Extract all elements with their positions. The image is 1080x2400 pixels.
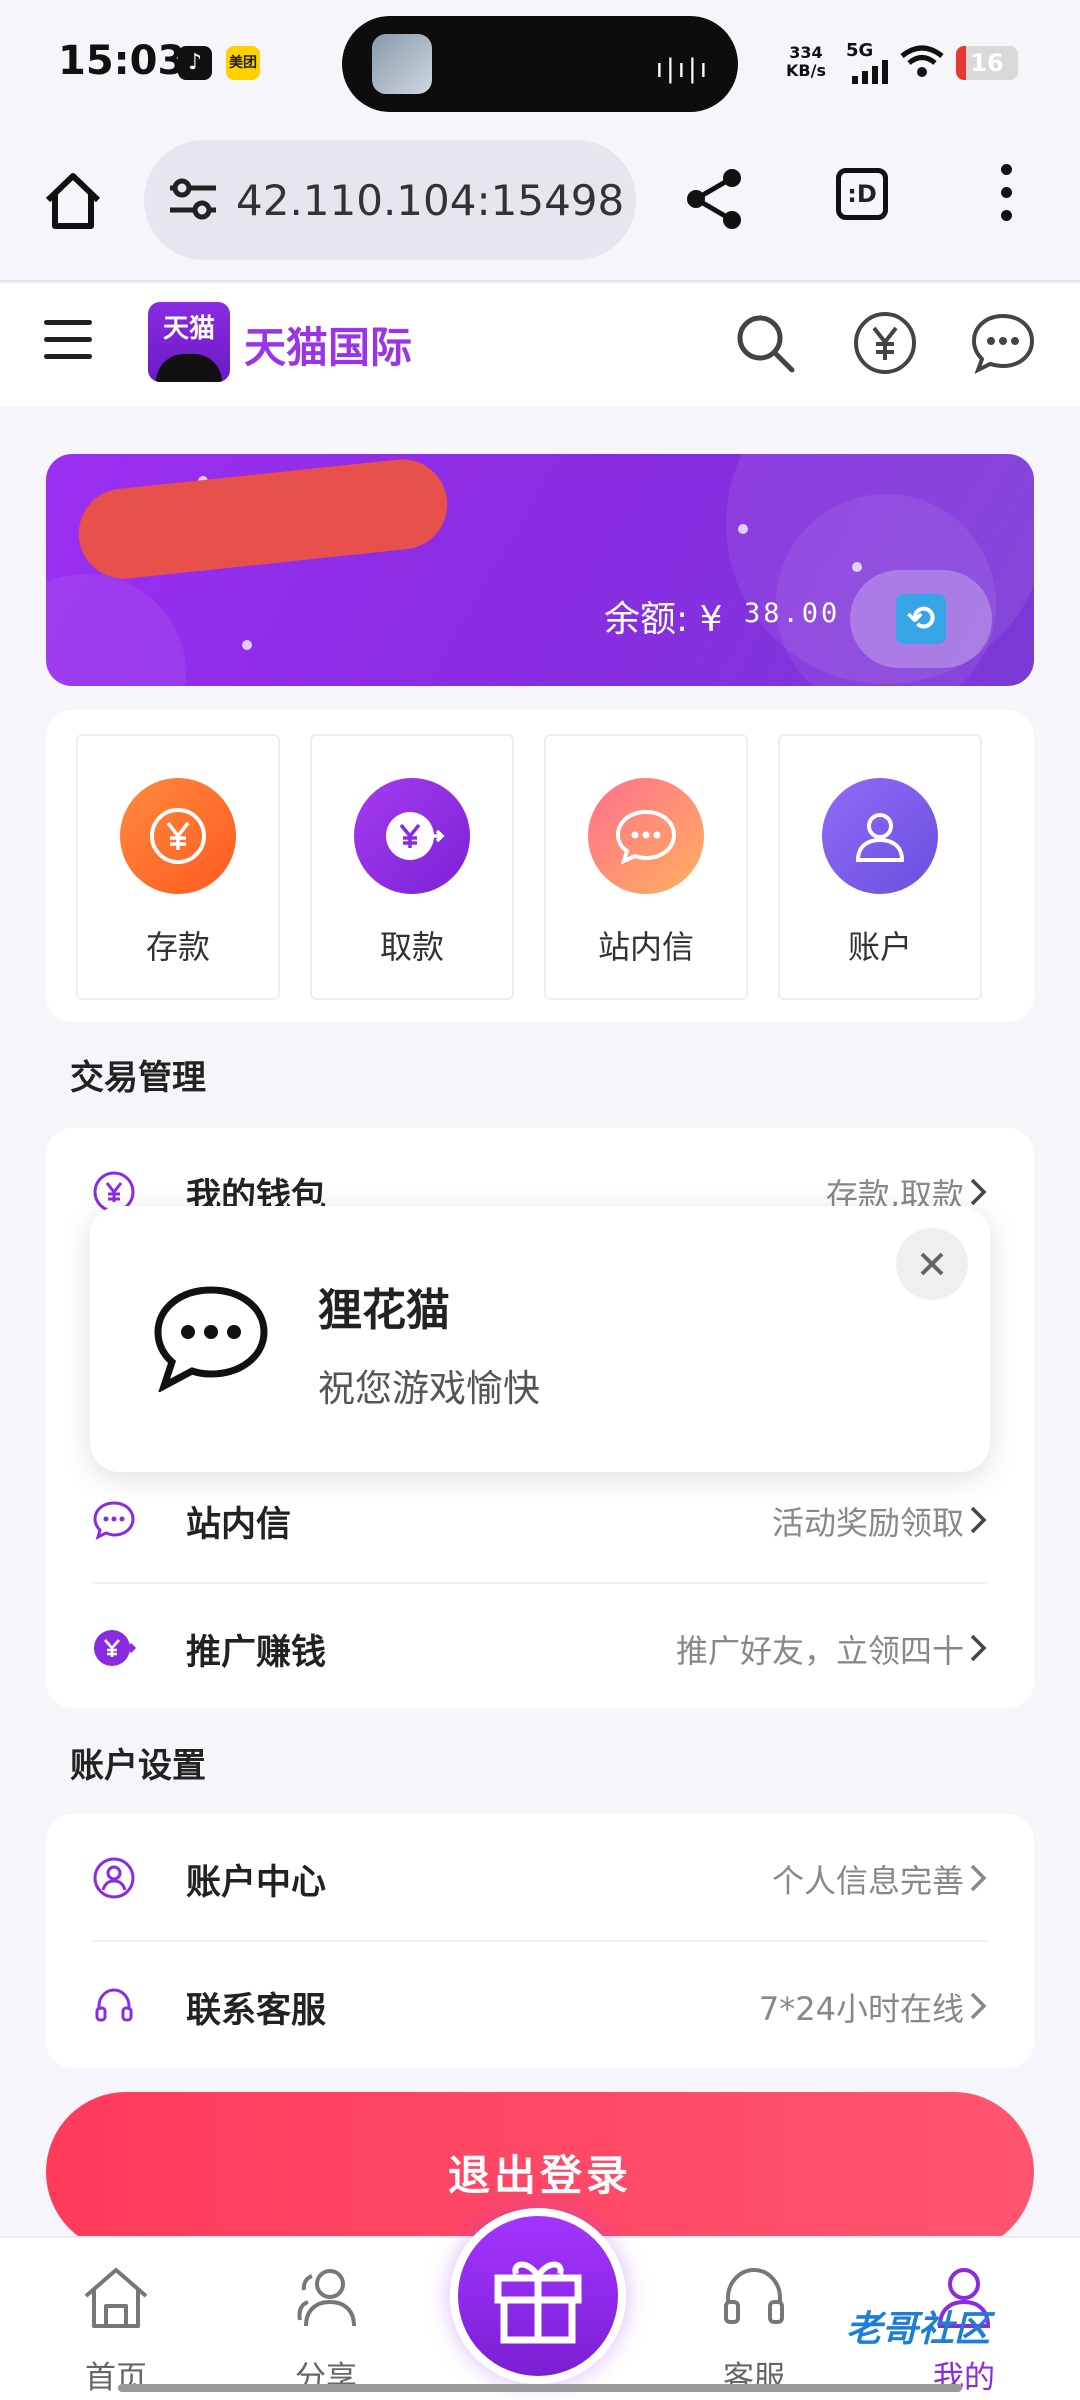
watermark: 老哥社区	[846, 2309, 991, 2350]
menu-icon[interactable]	[44, 320, 92, 364]
gift-button[interactable]	[450, 2208, 626, 2384]
chat-icon[interactable]	[970, 310, 1036, 376]
list-item-title: 账户中心	[186, 1863, 327, 1903]
url-text: 42.110.104:15498	[236, 176, 625, 225]
account-settings-list: 账户中心 个人信息完善 联系客服 7*24小时在线	[46, 1814, 1034, 2068]
toast-message: 祝您游戏愉快	[318, 1367, 540, 1410]
quick-actions: 存款 取款 站内信 账户	[46, 710, 1034, 1022]
network-speed: 334 KB/s	[786, 44, 826, 80]
list-item-title: 站内信	[186, 1505, 292, 1545]
toast-title: 狸花猫	[318, 1285, 450, 1336]
balance-value: 38.00	[744, 598, 841, 629]
promote-icon	[94, 1630, 136, 1666]
deposit-button[interactable]: 存款	[76, 734, 280, 1000]
headset-icon	[95, 1988, 133, 2022]
meituan-icon: 美团	[226, 46, 260, 80]
withdraw-icon	[354, 778, 470, 894]
signal-icon	[852, 60, 888, 84]
section-title-transactions: 交易管理	[70, 1058, 206, 1098]
home-icon[interactable]	[38, 166, 108, 236]
audio-wave-icon: ı|ı|ı	[655, 54, 710, 84]
message-icon	[93, 1501, 135, 1540]
withdraw-button[interactable]: 取款	[310, 734, 514, 1000]
list-item-desc: 个人信息完善	[771, 1862, 964, 1900]
list-item-inbox[interactable]: 站内信 活动奖励领取	[46, 1456, 1034, 1584]
logo-text: 天猫	[162, 314, 215, 344]
chevron-right-icon	[970, 1992, 987, 2020]
redaction-mark	[74, 454, 452, 584]
account-icon	[822, 778, 938, 894]
network-speed-value: 334	[789, 43, 823, 62]
home-icon	[84, 2268, 148, 2328]
tmall-logo: 天猫	[148, 302, 230, 382]
list-item-title: 联系客服	[186, 1991, 327, 2031]
chevron-right-icon	[970, 1634, 987, 1662]
gift-icon	[494, 2261, 582, 2344]
site-settings-icon[interactable]	[168, 176, 218, 222]
list-item-promote[interactable]: 推广赚钱 推广好友，立领四十	[46, 1584, 1034, 1708]
status-time: 15:03	[58, 38, 186, 84]
list-item-desc: 推广好友，立领四十	[675, 1632, 964, 1670]
browser-toolbar: 42.110.104:15498 :D	[0, 130, 1080, 282]
logout-label: 退出登录	[447, 2151, 632, 2200]
network-type: 5G	[846, 40, 874, 61]
tabs-button[interactable]: :D	[836, 168, 888, 220]
nav-customer-service[interactable]: 客服	[684, 2252, 824, 2400]
share-icon[interactable]	[682, 166, 748, 232]
list-item-desc: 7*24小时在线	[758, 1990, 964, 2028]
yuan-icon[interactable]	[852, 310, 918, 376]
list-item-customer-service[interactable]: 联系客服 7*24小时在线	[46, 1942, 1034, 2068]
search-icon[interactable]	[732, 310, 798, 376]
deposit-label: 存款	[145, 928, 210, 966]
app-header: 天猫 天猫国际	[0, 284, 1080, 406]
home-indicator[interactable]	[118, 2384, 962, 2392]
media-thumbnail	[372, 34, 432, 94]
battery-level: 16	[970, 49, 1004, 77]
list-item-title: 推广赚钱	[186, 1633, 327, 1673]
more-menu-icon[interactable]	[996, 164, 1016, 224]
deposit-icon	[120, 778, 236, 894]
dynamic-island[interactable]: ı|ı|ı	[342, 16, 738, 112]
list-item-desc: 活动奖励领取	[771, 1504, 964, 1542]
withdraw-label: 取款	[379, 928, 444, 966]
user-icon	[93, 1857, 135, 1899]
refresh-balance-button[interactable]: ⟲	[850, 570, 992, 668]
network-speed-unit: KB/s	[786, 61, 826, 80]
profile-card: gaono 余额: ¥ 38.00 ⟲	[46, 454, 1034, 686]
nav-home[interactable]: 首页	[46, 2252, 186, 2400]
nav-share[interactable]: 分享	[256, 2252, 396, 2400]
close-toast-button[interactable]	[896, 1228, 968, 1300]
list-item-account-center[interactable]: 账户中心 个人信息完善	[46, 1814, 1034, 1942]
address-bar[interactable]: 42.110.104:15498	[144, 140, 636, 260]
tiktok-icon: ♪	[178, 46, 212, 80]
battery-indicator: 16	[956, 46, 1018, 80]
account-button[interactable]: 账户	[778, 734, 982, 1000]
status-bar: 15:03 ♪ 美团 ı|ı|ı 334 KB/s 5G 16	[0, 0, 1080, 130]
chevron-right-icon	[970, 1506, 987, 1534]
notification-toast[interactable]: 狸花猫 祝您游戏愉快	[90, 1206, 990, 1472]
chat-bubble-icon	[154, 1286, 268, 1392]
message-icon	[588, 778, 704, 894]
refresh-icon: ⟲	[896, 594, 946, 644]
account-label: 账户	[847, 928, 912, 966]
chevron-right-icon	[970, 1178, 987, 1206]
close-icon	[920, 1252, 944, 1276]
section-title-account: 账户设置	[70, 1746, 206, 1786]
inbox-label: 站内信	[597, 928, 694, 966]
users-icon	[297, 2269, 356, 2327]
chevron-right-icon	[970, 1864, 987, 1892]
balance-label: 余额: ¥	[604, 599, 723, 640]
headset-icon	[724, 2267, 784, 2324]
brand-name: 天猫国际	[244, 323, 413, 372]
wifi-icon	[900, 45, 944, 77]
inbox-button[interactable]: 站内信	[544, 734, 748, 1000]
